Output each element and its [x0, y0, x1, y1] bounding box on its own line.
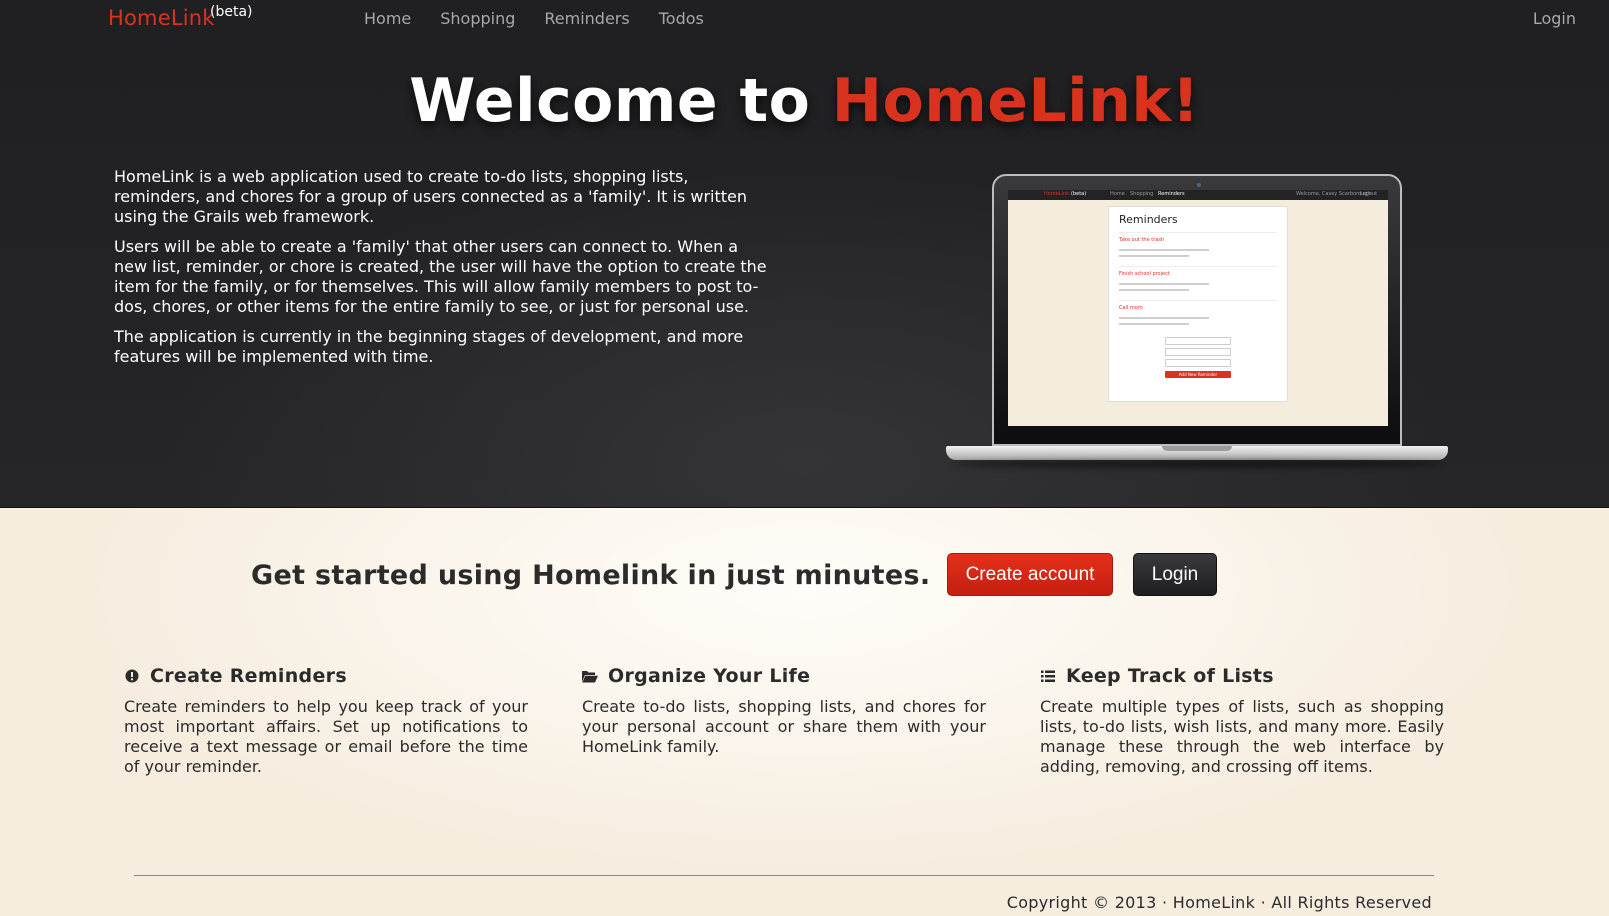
laptop-camera: [1197, 183, 1201, 187]
feature-keep-track-of-lists: Keep Track of Lists Create multiple type…: [1040, 665, 1444, 777]
list-icon: [1040, 670, 1056, 683]
mini-card-title: Reminders: [1119, 213, 1178, 226]
mini-logout: Logout: [1360, 191, 1378, 197]
nav-home[interactable]: Home: [364, 9, 411, 28]
exclamation-circle-icon: [124, 669, 140, 683]
mini-navbar: HomeLink (beta) Home Shopping Reminders …: [1008, 190, 1388, 200]
list-item: Finish school project: [1119, 266, 1277, 300]
nav-links: Home Shopping Reminders Todos: [364, 9, 704, 28]
laptop-screen: HomeLink (beta) Home Shopping Reminders …: [1008, 190, 1388, 426]
brand-logo[interactable]: HomeLink: [108, 6, 215, 30]
feature-title-text: Keep Track of Lists: [1066, 665, 1274, 687]
feature-description: Create to-do lists, shopping lists, and …: [582, 697, 986, 756]
hero-title: Welcome to HomeLink!: [0, 66, 1609, 136]
footer-copyright: Copyright © 2013 · HomeLink · All Rights…: [1006, 893, 1432, 912]
mini-nav-home: Home: [1110, 191, 1125, 197]
feature-title-text: Create Reminders: [150, 665, 347, 687]
mini-item-line: [1119, 283, 1209, 285]
footer-divider: [134, 875, 1434, 876]
hero-description: HomeLink is a web application used to cr…: [114, 167, 774, 377]
feature-title: Organize Your Life: [582, 665, 986, 687]
mini-item-title: Take out the trash: [1119, 237, 1165, 243]
mini-brand: HomeLink: [1044, 191, 1070, 197]
list-item: Take out the trash: [1119, 232, 1277, 266]
mini-item-line: [1119, 323, 1189, 325]
laptop-screenshot: HomeLink (beta) Home Shopping Reminders …: [946, 174, 1448, 474]
hero-section: Welcome to HomeLink! HomeLink is a web a…: [0, 40, 1609, 508]
mini-add-button-label: Add New Reminder: [1178, 372, 1218, 377]
mini-nav-reminders: Reminders: [1158, 191, 1185, 197]
nav-shopping[interactable]: Shopping: [440, 9, 515, 28]
hero-title-prefix: Welcome to: [409, 66, 832, 136]
mini-beta: (beta): [1071, 191, 1087, 197]
mini-description-input: [1165, 348, 1231, 356]
laptop-lid: HomeLink (beta) Home Shopping Reminders …: [992, 174, 1402, 446]
nav-todos[interactable]: Todos: [659, 9, 704, 28]
hero-paragraph: The application is currently in the begi…: [114, 327, 744, 366]
laptop-base: [946, 446, 1448, 460]
mini-date-input: [1165, 359, 1231, 367]
feature-create-reminders: Create Reminders Create reminders to hel…: [124, 665, 528, 777]
nav-login[interactable]: Login: [1533, 9, 1576, 28]
login-button[interactable]: Login: [1133, 553, 1217, 596]
mini-item-line: [1119, 289, 1189, 291]
laptop-notch: [1162, 446, 1232, 451]
list-item: Call mom: [1119, 300, 1277, 334]
cta-text: Get started using Homelink in just minut…: [251, 560, 931, 591]
hero-title-accent: HomeLink!: [831, 66, 1200, 136]
feature-description: Create multiple types of lists, such as …: [1040, 697, 1444, 776]
nav-reminders[interactable]: Reminders: [544, 9, 629, 28]
mini-item-title: Finish school project: [1119, 271, 1170, 277]
beta-label: (beta): [210, 4, 253, 20]
folder-open-icon: [582, 670, 598, 683]
hero-paragraph: Users will be able to create a 'family' …: [114, 237, 767, 316]
mini-item-line: [1119, 249, 1209, 251]
mini-add-button: Add New Reminder: [1165, 371, 1231, 378]
hero-paragraph: HomeLink is a web application used to cr…: [114, 167, 748, 226]
feature-title-text: Organize Your Life: [608, 665, 811, 687]
top-navbar: HomeLink (beta) Home Shopping Reminders …: [0, 0, 1609, 40]
feature-organize-your-life: Organize Your Life Create to-do lists, s…: [582, 665, 986, 757]
feature-title: Keep Track of Lists: [1040, 665, 1444, 687]
mini-item-line: [1119, 317, 1209, 319]
create-account-button[interactable]: Create account: [947, 553, 1113, 596]
mini-nav-shopping: Shopping: [1130, 191, 1154, 197]
feature-title: Create Reminders: [124, 665, 528, 687]
mini-reminders-card: Reminders Take out the trash Finish scho…: [1108, 206, 1288, 402]
mini-item-title: Call mom: [1119, 305, 1143, 311]
mini-item-line: [1119, 255, 1189, 257]
mini-name-input: [1165, 337, 1231, 345]
laptop-shadow: [952, 460, 1442, 468]
feature-description: Create reminders to help you keep track …: [124, 697, 528, 776]
